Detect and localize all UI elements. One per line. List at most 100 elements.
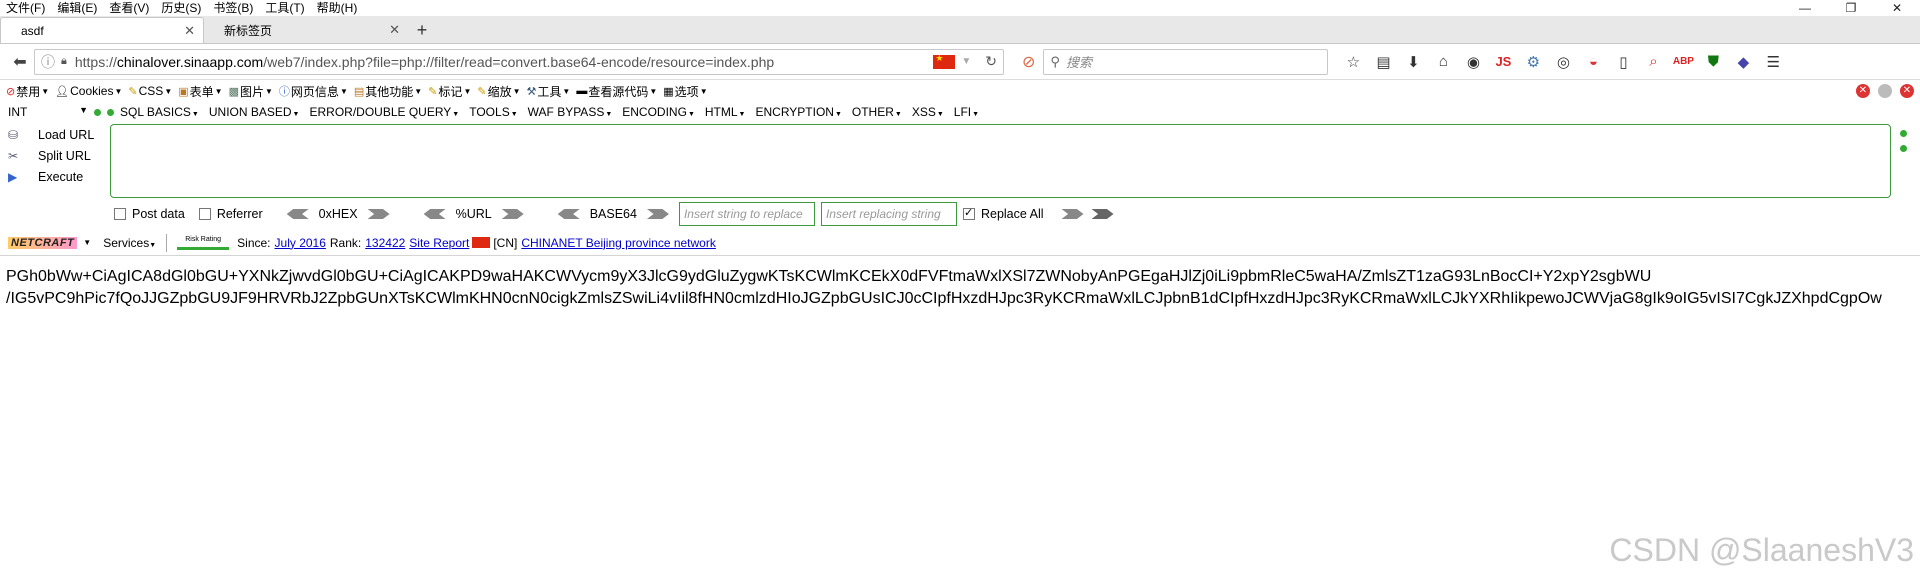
home-icon[interactable]: ⌂	[1428, 53, 1458, 70]
decode-arrow-icon[interactable]	[286, 209, 309, 219]
encode-arrow-icon[interactable]	[367, 209, 390, 219]
menu-bookmarks[interactable]: 书签(B)	[213, 0, 253, 16]
js-icon[interactable]: JS	[1488, 54, 1518, 69]
bookmark-star-icon[interactable]: ☆	[1338, 53, 1368, 71]
wd-css[interactable]: ✎ CSS ▼	[128, 84, 172, 98]
rank-link[interactable]: 132422	[365, 236, 405, 250]
tab-new[interactable]: 新标签页 ✕	[204, 17, 408, 43]
wd-disable[interactable]: ⊘ 禁用 ▼	[6, 83, 49, 100]
back-arrow-icon[interactable]: ⬅	[6, 52, 34, 72]
replace-arrow-icon[interactable]	[1061, 209, 1084, 219]
url-bar[interactable]: ⓘ 🔒︎ https://chinalover.sinaapp.com/web7…	[34, 48, 1004, 75]
url-text[interactable]: https://chinalover.sinaapp.com/web7/inde…	[75, 54, 934, 70]
addon-proxy-icon[interactable]: ⚙	[1518, 53, 1548, 71]
close-window-button[interactable]: ✕	[1874, 0, 1920, 16]
dot-icon[interactable]	[1900, 130, 1907, 137]
encode-arrow-icon[interactable]	[646, 209, 669, 219]
cookie-icon[interactable]: ◎	[1548, 53, 1578, 71]
encode-arrow-icon[interactable]	[501, 209, 524, 219]
addon-red-icon[interactable]: ◒	[1578, 53, 1608, 70]
close-toolbar-icon[interactable]: ✕	[1900, 84, 1914, 98]
disable-icon: ⊘	[6, 85, 16, 98]
reading-list-icon[interactable]: ▤	[1368, 53, 1398, 71]
info-icon[interactable]: ⓘ	[41, 52, 55, 72]
hm-encoding[interactable]: ENCODING▼	[622, 105, 695, 119]
options-icon: ▦	[663, 85, 674, 98]
download-icon[interactable]: ⬇	[1398, 53, 1428, 71]
dropdown-arrow-icon[interactable]: ▼	[961, 56, 971, 67]
replace-arrow-icon[interactable]	[1091, 209, 1114, 219]
netcraft-toolbar: NETCRAFT ▼ Services▼ Risk Rating Since: …	[0, 230, 1920, 256]
hm-html[interactable]: HTML▼	[705, 105, 746, 119]
menu-file[interactable]: 文件(F)	[6, 0, 45, 16]
since-link[interactable]: July 2016	[275, 236, 326, 250]
menu-view[interactable]: 查看(V)	[109, 0, 149, 16]
tab-strip: asdf ✕ 新标签页 ✕ +	[0, 16, 1920, 44]
chevron-down-icon[interactable]: ▼	[83, 238, 91, 247]
reload-icon[interactable]: ↻	[985, 53, 997, 70]
new-tab-button[interactable]: +	[408, 17, 436, 43]
zoom-icon[interactable]: ⌕	[1638, 53, 1668, 70]
hm-tools[interactable]: TOOLS▼	[469, 105, 517, 119]
hm-other[interactable]: OTHER▼	[852, 105, 902, 119]
addon-gray-icon[interactable]: ◉	[1458, 53, 1488, 71]
post-data-checkbox[interactable]: Post data	[114, 207, 185, 221]
site-report-link[interactable]: Site Report	[409, 236, 469, 250]
risk-rating[interactable]: Risk Rating	[177, 236, 230, 250]
hm-waf-bypass[interactable]: WAF BYPASS▼	[528, 105, 613, 119]
wd-images[interactable]: ▩ 图片 ▼	[229, 83, 273, 100]
wd-options[interactable]: ▦ 选项 ▼	[663, 83, 707, 100]
replace-string-input[interactable]: Insert string to replace	[678, 202, 815, 226]
shield-icon[interactable]: ⛊	[1698, 53, 1728, 70]
hm-error-double-query[interactable]: ERROR/DOUBLE QUERY▼	[309, 105, 459, 119]
menu-edit[interactable]: 编辑(E)	[57, 0, 97, 16]
hm-encryption[interactable]: ENCRYPTION▼	[755, 105, 841, 119]
dot-icon[interactable]	[107, 108, 114, 116]
replacing-string-input[interactable]: Insert replacing string	[820, 202, 957, 226]
hm-sql-basics[interactable]: SQL BASICS▼	[120, 105, 199, 119]
wd-outline[interactable]: ✎ 标记 ▼	[428, 83, 471, 100]
referrer-checkbox[interactable]: Referrer	[198, 207, 263, 221]
hm-union-based[interactable]: UNION BASED▼	[209, 105, 300, 119]
menu-help[interactable]: 帮助(H)	[317, 0, 358, 16]
lock-icon: 🔒︎	[61, 55, 67, 67]
tab-asdf[interactable]: asdf ✕	[0, 17, 204, 43]
hackbar-type-select[interactable]: INT ▼	[8, 105, 94, 119]
restore-button[interactable]: ❐	[1828, 0, 1874, 16]
minimize-button[interactable]: —	[1782, 0, 1828, 16]
decode-arrow-icon[interactable]	[557, 209, 580, 219]
hackbar-icon[interactable]: ◆	[1728, 53, 1758, 71]
load-url-button[interactable]: ⛁ Load URL	[8, 124, 110, 145]
search-input[interactable]: ⚲ 搜索	[1043, 48, 1329, 75]
execute-button[interactable]: ▶ Execute	[8, 166, 110, 187]
adblock-icon[interactable]: ⊘	[1022, 52, 1035, 72]
hm-xss[interactable]: XSS▼	[912, 105, 944, 119]
watermark: CSDN @SlaaneshV3	[1609, 532, 1914, 568]
hackbar-url-textarea[interactable]	[110, 124, 1891, 198]
dot-icon[interactable]	[1900, 145, 1907, 152]
network-link[interactable]: CHINANET Beijing province network	[521, 236, 716, 250]
wd-resize[interactable]: ✎ 缩放 ▼	[477, 83, 520, 100]
hm-lfi[interactable]: LFI▼	[954, 105, 979, 119]
tab-close-icon[interactable]: ✕	[389, 22, 400, 38]
decode-arrow-icon[interactable]	[423, 209, 446, 219]
wd-page-info[interactable]: ⓘ 网页信息 ▼	[279, 83, 348, 100]
wd-tools[interactable]: ⚒ 工具 ▼	[527, 83, 571, 100]
menu-tools[interactable]: 工具(T)	[265, 0, 304, 16]
services-menu[interactable]: Services▼	[103, 236, 156, 250]
abp-icon[interactable]: ABP	[1668, 56, 1698, 67]
split-url-button[interactable]: ✂ Split URL	[8, 145, 110, 166]
netcraft-logo[interactable]: NETCRAFT	[8, 236, 78, 249]
dot-icon[interactable]	[94, 108, 101, 116]
replace-all-checkbox[interactable]: Replace All	[962, 206, 1044, 221]
device-icon[interactable]: ▯	[1608, 53, 1638, 71]
wd-forms[interactable]: ▣ 表单 ▼	[178, 83, 222, 100]
error-close-icon[interactable]: ✕	[1856, 84, 1870, 98]
hamburger-menu-icon[interactable]: ☰	[1758, 53, 1788, 71]
warning-icon[interactable]	[1878, 84, 1892, 98]
wd-misc[interactable]: ▤ 其他功能 ▼	[354, 83, 422, 100]
menu-history[interactable]: 历史(S)	[161, 0, 201, 16]
tab-close-icon[interactable]: ✕	[184, 23, 195, 39]
wd-view-source[interactable]: ▬ 查看源代码 ▼	[576, 83, 657, 100]
wd-cookies[interactable]: 👤︎ Cookies ▼	[55, 84, 122, 98]
